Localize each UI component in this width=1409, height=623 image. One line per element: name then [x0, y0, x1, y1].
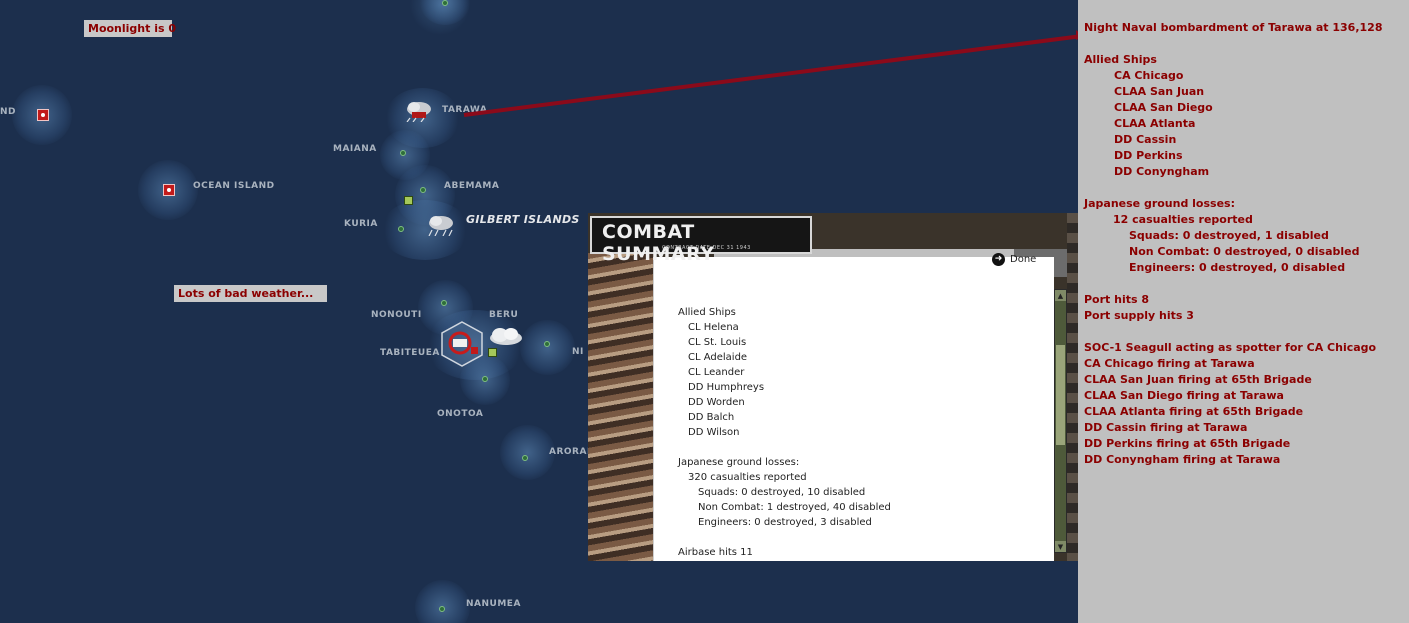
- message-line: CLAA San Juan: [1114, 85, 1205, 98]
- combat-report-line: Japanese ground losses:: [678, 457, 800, 468]
- message-line: SOC-1 Seagull acting as spotter for CA C…: [1084, 341, 1377, 354]
- message-line: Port hits 8: [1084, 293, 1150, 306]
- scroll-down-icon[interactable]: ▼: [1055, 541, 1066, 552]
- combat-report-line: CL Leander: [688, 367, 745, 378]
- island-marker[interactable]: [400, 150, 406, 156]
- map-label-beru: BERU: [489, 310, 519, 320]
- island-marker[interactable]: [442, 0, 448, 6]
- combat-photo-image: [588, 253, 654, 561]
- message-line: Squads: 0 destroyed, 1 disabled: [1129, 229, 1329, 242]
- map-label-kuria: KURIA: [344, 219, 378, 229]
- combat-report-line: Engineers: 0 destroyed, 3 disabled: [698, 517, 872, 528]
- combat-report-line: 320 casualties reported: [688, 472, 807, 483]
- island-marker[interactable]: [441, 300, 447, 306]
- message-line: 12 casualties reported: [1113, 213, 1253, 226]
- map-label-nanumea: NANUMEA: [466, 599, 521, 609]
- scroll-thumb[interactable]: [1056, 345, 1065, 445]
- combat-report-line: CL Helena: [688, 322, 739, 333]
- combat-report-text: Allied Ships CL Helena CL St. Louis CL Adel…: [678, 305, 891, 560]
- message-line: Night Naval bombardment of Tarawa at 136…: [1084, 21, 1383, 34]
- message-line: Engineers: 0 destroyed, 0 disabled: [1129, 261, 1346, 274]
- map-label-arorae: ARORAE: [549, 447, 594, 457]
- message-line: Port supply hits 3: [1084, 309, 1194, 322]
- map-label-abemama: ABEMAMA: [444, 181, 500, 191]
- japanese-base-icon[interactable]: [37, 109, 49, 121]
- combat-summary-header: COMBAT SUMMARY CONTRACT DATE DEC 31 1943: [590, 216, 812, 265]
- message-line: CLAA San Juan firing at 65th Brigade: [1084, 373, 1312, 386]
- message-line: Japanese ground losses:: [1084, 197, 1235, 210]
- combat-summary-title: COMBAT SUMMARY: [602, 221, 715, 265]
- combat-summary-subtitle: CONTRACT DATE DEC 31 1943: [662, 245, 751, 251]
- message-line: DD Perkins: [1114, 149, 1183, 162]
- storm-icon[interactable]: [426, 214, 456, 236]
- map-label-nd: ND: [0, 107, 17, 117]
- cloud-icon: [490, 328, 522, 345]
- combat-report-line: DD Wilson: [688, 427, 740, 438]
- message-line: CLAA Atlanta firing at 65th Brigade: [1084, 405, 1304, 418]
- dialog-frame-edge: [1067, 213, 1078, 561]
- message-line: DD Cassin firing at Tarawa: [1084, 421, 1248, 434]
- island-marker[interactable]: [522, 455, 528, 461]
- map-label-tarawa: TARAWA: [442, 105, 488, 115]
- message-line: CA Chicago: [1114, 69, 1184, 82]
- scroll-up-icon[interactable]: ▲: [1055, 290, 1066, 301]
- island-marker[interactable]: [439, 606, 445, 612]
- storm-icon[interactable]: [404, 100, 434, 122]
- message-line: DD Conyngham firing at Tarawa: [1084, 453, 1281, 466]
- combat-report-line: CL St. Louis: [688, 337, 747, 348]
- combat-report-line: DD Balch: [688, 412, 735, 423]
- map-label-ocean-island: OCEAN ISLAND: [193, 181, 275, 191]
- message-line: DD Perkins firing at 65th Brigade: [1084, 437, 1291, 450]
- message-line: CLAA Atlanta: [1114, 117, 1196, 130]
- combat-report-line: Non Combat: 1 destroyed, 40 disabled: [698, 502, 891, 513]
- map-label-maiana: MAIANA: [333, 144, 377, 154]
- island-marker[interactable]: [482, 376, 488, 382]
- selected-hex-task-force-icon[interactable]: [441, 321, 483, 367]
- combat-report-scrollbar[interactable]: ▲ ▼: [1054, 289, 1067, 553]
- map-label-gilbert-islands: GILBERT ISLANDS: [466, 213, 580, 226]
- map-label-onotoa: ONOTOA: [437, 409, 484, 419]
- message-line: Allied Ships: [1084, 53, 1157, 66]
- combat-report-line: Allied Ships: [678, 307, 736, 318]
- combat-report-line: [678, 530, 891, 545]
- map-label-ni: NI: [572, 347, 584, 357]
- combat-report-line: DD Humphreys: [688, 382, 765, 393]
- message-line: CLAA San Diego: [1114, 101, 1213, 114]
- airfield-icon[interactable]: [404, 196, 413, 205]
- done-button[interactable]: ➜ Done: [992, 253, 1036, 266]
- island-marker[interactable]: [420, 187, 426, 193]
- moonlight-note: Moonlight is 0: [84, 20, 176, 37]
- combat-report-line: [678, 440, 891, 455]
- combat-report-line: CL Adelaide: [688, 352, 748, 363]
- combat-report-line: Squads: 0 destroyed, 10 disabled: [698, 487, 866, 498]
- island-marker[interactable]: [398, 226, 404, 232]
- map-label-tabiteuea: TABITEUEA: [380, 348, 440, 358]
- japanese-base-icon[interactable]: [163, 184, 175, 196]
- message-line: DD Conyngham: [1114, 165, 1210, 178]
- done-label: Done: [1010, 254, 1037, 265]
- island-glow: [380, 200, 470, 260]
- map-label-nonouti: NONOUTI: [371, 310, 422, 320]
- combat-message-panel: Night Naval bombardment of Tarawa at 136…: [1078, 0, 1409, 623]
- message-line: CA Chicago firing at Tarawa: [1084, 357, 1255, 370]
- combat-summary-dialog: COMBAT SUMMARY CONTRACT DATE DEC 31 1943…: [588, 213, 1078, 561]
- message-line: CLAA San Diego firing at Tarawa: [1084, 389, 1284, 402]
- island-glow: [500, 425, 555, 480]
- island-glow: [415, 580, 470, 623]
- weather-note: Lots of bad weather...: [174, 285, 327, 302]
- message-line: Non Combat: 0 destroyed, 0 disabled: [1129, 245, 1360, 258]
- combat-report-line: DD Worden: [688, 397, 745, 408]
- airfield-icon[interactable]: [488, 348, 497, 357]
- combat-report-line: Airbase hits 11: [678, 547, 753, 558]
- island-glow: [520, 320, 575, 375]
- arrow-right-icon: ➜: [992, 253, 1005, 266]
- message-line: DD Cassin: [1114, 133, 1177, 146]
- island-marker[interactable]: [544, 341, 550, 347]
